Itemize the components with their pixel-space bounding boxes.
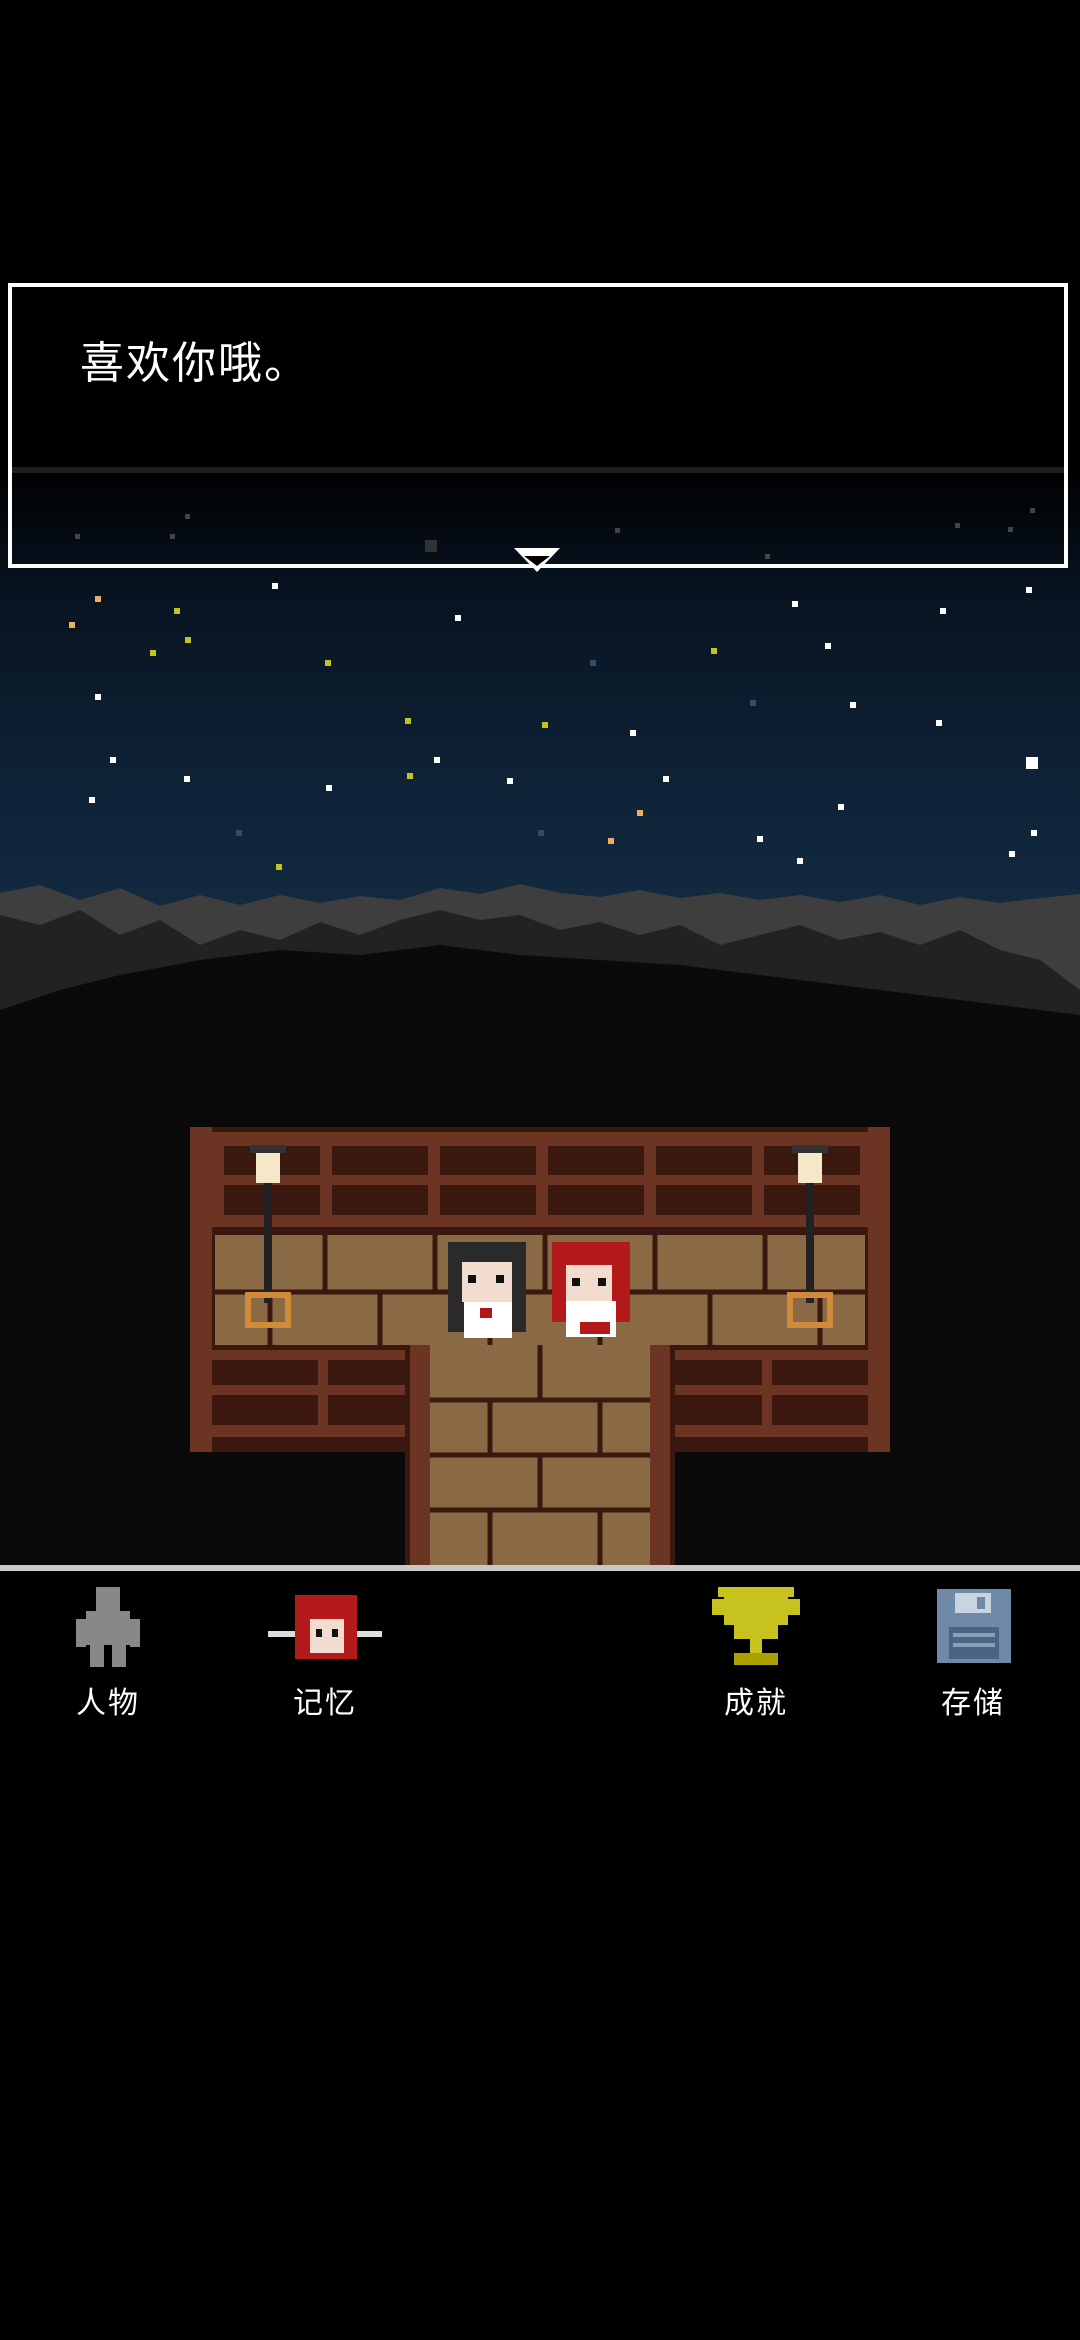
dialog-divider [12,467,1064,473]
continue-arrow-icon[interactable] [512,546,562,574]
dark-haired-girl-sprite [448,1242,526,1338]
dialog-box[interactable]: 喜欢你哦。 [8,283,1068,568]
night-scene [0,0,1080,1570]
characters-button[interactable]: 人物 [43,1585,173,1730]
character-silhouette-icon [76,1587,140,1667]
memories-label: 记忆 [293,1686,357,1721]
memories-button[interactable]: 记忆 [260,1585,390,1730]
floppy-disk-icon [937,1589,1011,1663]
achievements-label: 成就 [724,1686,788,1721]
red-hair-girl-icon [268,1595,382,1659]
characters-label: 人物 [76,1686,140,1721]
save-label: 存储 [941,1686,1005,1721]
trophy-icon [712,1587,800,1665]
achievements-button[interactable]: 成就 [691,1585,821,1730]
hud-divider [0,1565,1080,1571]
game-scene[interactable] [0,0,1080,1570]
dialog-text: 喜欢你哦。 [80,338,310,389]
save-button[interactable]: 存储 [908,1585,1038,1730]
